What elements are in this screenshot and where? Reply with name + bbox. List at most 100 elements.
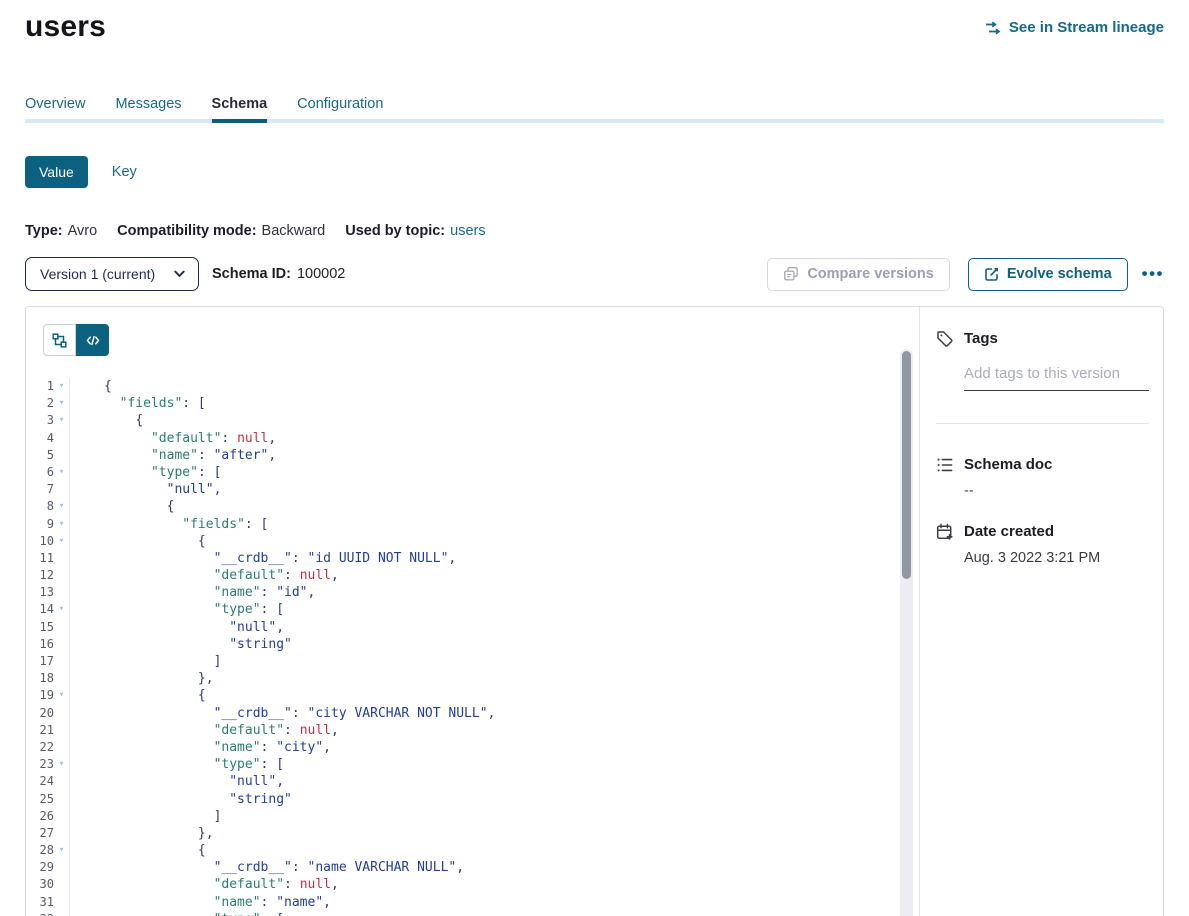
fold-toggle-icon[interactable]: ▾	[54, 533, 69, 550]
code-text: "name": "name",	[104, 894, 331, 911]
code-view-icon	[86, 334, 100, 347]
compare-versions-button[interactable]: Compare versions	[767, 258, 950, 291]
line-number: 26	[26, 808, 54, 825]
schema-content-panel: 1▾{2▾ "fields": [3▾ {4 "default": null,5…	[25, 306, 1164, 916]
code-text: "fields": [	[104, 395, 206, 412]
type-label: Type:	[25, 223, 63, 239]
fold-toggle-icon[interactable]: ▾	[54, 395, 69, 412]
line-number: 17	[26, 653, 54, 670]
line-number: 10	[26, 533, 54, 550]
code-line: 23▾ "type": [	[26, 756, 919, 773]
line-number: 24	[26, 773, 54, 790]
code-line: 30 "default": null,	[26, 876, 919, 893]
tags-input[interactable]	[964, 365, 1149, 391]
schema-id-value: 100002	[297, 266, 345, 282]
fold-spacer	[54, 636, 69, 653]
topic-label: Used by topic:	[345, 223, 445, 239]
code-text: {	[104, 498, 174, 515]
stream-lineage-link[interactable]: See in Stream lineage	[985, 18, 1164, 37]
fold-spacer	[54, 567, 69, 584]
tab-messages[interactable]: Messages	[115, 96, 181, 119]
code-text: {	[104, 378, 112, 395]
date-created-title: Date created	[964, 523, 1054, 540]
code-text: {	[104, 842, 206, 859]
code-line: 6▾ "type": [	[26, 464, 919, 481]
code-text: "name": "id",	[104, 584, 315, 601]
line-number: 30	[26, 876, 54, 893]
compatibility-value: Backward	[262, 223, 326, 239]
schema-id-label: Schema ID:	[212, 266, 291, 282]
fold-toggle-icon[interactable]: ▾	[54, 516, 69, 533]
tab-bar: Overview Messages Schema Configuration	[25, 96, 1164, 123]
fold-spacer	[54, 808, 69, 825]
evolve-schema-button[interactable]: Evolve schema	[968, 258, 1128, 291]
fold-spacer	[54, 550, 69, 567]
code-line: 11 "__crdb__": "id UUID NOT NULL",	[26, 550, 919, 567]
code-line: 2▾ "fields": [	[26, 395, 919, 412]
code-text: "null",	[104, 481, 221, 498]
code-line: 19▾ {	[26, 687, 919, 704]
fold-toggle-icon[interactable]: ▾	[54, 498, 69, 515]
editor-scrollbar-track[interactable]	[900, 349, 913, 916]
page-title: users	[25, 10, 106, 44]
line-number: 16	[26, 636, 54, 653]
tree-view-button[interactable]	[43, 324, 76, 356]
fold-spacer	[54, 481, 69, 498]
line-number: 8	[26, 498, 54, 515]
fold-spacer	[54, 584, 69, 601]
tab-schema[interactable]: Schema	[212, 96, 268, 123]
value-toggle-button[interactable]: Value	[25, 156, 88, 188]
fold-toggle-icon[interactable]: ▾	[54, 464, 69, 481]
code-view-button[interactable]	[76, 324, 109, 356]
code-text: "default": null,	[104, 430, 276, 447]
version-select-value: Version 1 (current)	[40, 266, 155, 282]
code-editor[interactable]: 1▾{2▾ "fields": [3▾ {4 "default": null,5…	[26, 378, 919, 916]
line-number: 18	[26, 670, 54, 687]
line-number: 19	[26, 687, 54, 704]
compare-versions-icon	[783, 265, 799, 284]
code-line: 1▾{	[26, 378, 919, 395]
line-number: 9	[26, 516, 54, 533]
line-number: 4	[26, 430, 54, 447]
tab-overview[interactable]: Overview	[25, 96, 85, 119]
schema-sidebar: Tags Schema doc --	[919, 307, 1163, 916]
evolve-schema-icon	[984, 265, 999, 284]
code-line: 14▾ "type": [	[26, 601, 919, 618]
sidebar-divider	[936, 423, 1149, 424]
version-select[interactable]: Version 1 (current)	[25, 257, 199, 291]
line-number: 14	[26, 601, 54, 618]
fold-toggle-icon[interactable]: ▾	[54, 412, 69, 429]
code-text: },	[104, 825, 214, 842]
line-number: 27	[26, 825, 54, 842]
key-toggle-button[interactable]: Key	[112, 164, 137, 180]
tags-title: Tags	[964, 330, 998, 347]
fold-spacer	[54, 739, 69, 756]
line-number: 12	[26, 567, 54, 584]
code-text: "default": null,	[104, 722, 339, 739]
fold-toggle-icon[interactable]: ▾	[54, 601, 69, 618]
schema-doc-value: --	[964, 483, 1149, 499]
schema-page: users See in Stream lineage Overview Mes…	[0, 0, 1189, 916]
schema-editor: 1▾{2▾ "fields": [3▾ {4 "default": null,5…	[26, 307, 919, 916]
code-text: "type": [	[104, 911, 284, 916]
fold-toggle-icon[interactable]: ▾	[54, 756, 69, 773]
code-text: "default": null,	[104, 876, 339, 893]
line-number: 2	[26, 395, 54, 412]
fold-toggle-icon[interactable]: ▾	[54, 842, 69, 859]
code-line: 21 "default": null,	[26, 722, 919, 739]
code-text: {	[104, 412, 143, 429]
code-text: "type": [	[104, 601, 284, 618]
fold-toggle-icon[interactable]: ▾	[54, 378, 69, 395]
code-line: 10▾ {	[26, 533, 919, 550]
editor-scrollbar-thumb[interactable]	[902, 351, 911, 579]
tab-configuration[interactable]: Configuration	[297, 96, 383, 119]
fold-toggle-icon[interactable]: ▾	[54, 687, 69, 704]
fold-spacer	[54, 653, 69, 670]
more-options-button[interactable]: •••	[1142, 264, 1164, 284]
topic-link[interactable]: users	[450, 223, 485, 239]
stream-lineage-label: See in Stream lineage	[1009, 19, 1164, 36]
code-text: "string"	[104, 636, 292, 653]
code-line: 12 "default": null,	[26, 567, 919, 584]
fold-toggle-icon[interactable]: ▾	[54, 911, 69, 916]
code-text: "__crdb__": "city VARCHAR NOT NULL",	[104, 705, 495, 722]
